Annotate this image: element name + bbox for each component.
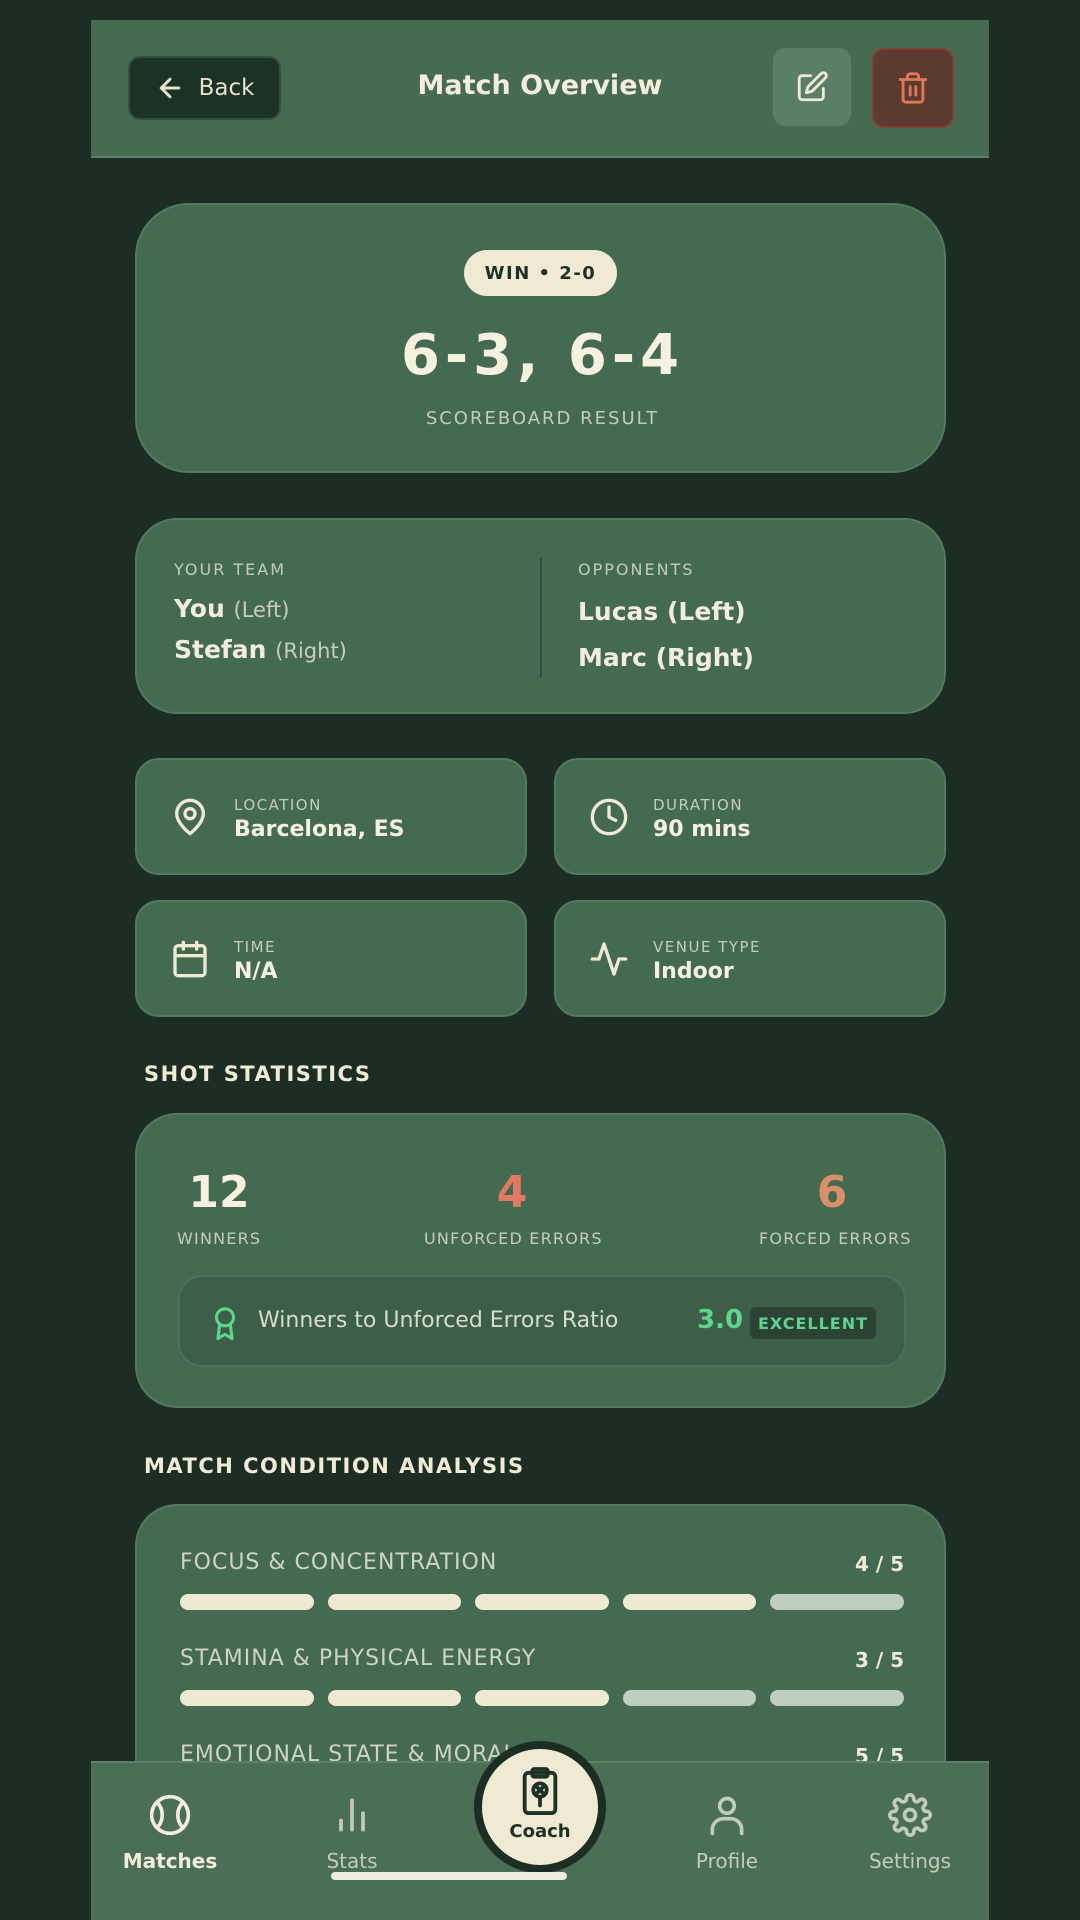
time-value: N/A — [234, 959, 278, 984]
opponents: OPPONENTS Lucas (Left) Marc (Right) — [578, 560, 754, 681]
condition-label: FOCUS & CONCENTRATION — [180, 1550, 498, 1575]
calendar-icon — [173, 940, 207, 978]
level-segment — [475, 1594, 609, 1610]
forced-errors-label: FORCED ERRORS — [759, 1229, 912, 1248]
nav-profile[interactable]: Profile — [657, 1793, 797, 1873]
player-side: (Right) — [275, 639, 347, 663]
nav-matches[interactable]: Matches — [100, 1793, 240, 1873]
nav-stats-label: Stats — [326, 1849, 378, 1873]
duration-label: DURATION — [653, 796, 744, 814]
clock-icon — [590, 798, 628, 836]
top-bar: Back Match Overview — [91, 20, 989, 158]
player-side: (Left) — [233, 598, 290, 622]
level-segment — [327, 1594, 462, 1610]
duration-value: 90 mins — [653, 817, 751, 842]
nav-settings-label: Settings — [868, 1849, 952, 1873]
delete-button[interactable] — [872, 48, 954, 128]
award-icon — [214, 1307, 236, 1341]
location-card: LOCATION Barcelona, ES — [135, 758, 527, 875]
shot-statistics-title: SHOT STATISTICS — [144, 1062, 372, 1086]
forced-errors-value: 6 — [816, 1167, 848, 1218]
your-team-label: YOUR TEAM — [174, 560, 287, 579]
time-card: TIME N/A — [135, 900, 527, 1017]
location-label: LOCATION — [234, 796, 322, 814]
player-item: You (Left) — [174, 589, 347, 630]
team-divider — [540, 558, 542, 678]
teams-card: YOUR TEAM You (Left) Stefan (Right) OPPO… — [135, 518, 946, 714]
map-pin-icon — [175, 798, 205, 836]
user-icon — [710, 1796, 744, 1836]
level-segment — [475, 1690, 609, 1706]
tennis-ball-icon — [149, 1794, 191, 1836]
edit-button[interactable] — [773, 48, 851, 126]
score-label: SCOREBOARD RESULT — [425, 408, 660, 429]
ratio-value: 3.0 — [697, 1305, 744, 1335]
nav-profile-label: Profile — [695, 1849, 759, 1873]
duration-card: DURATION 90 mins — [554, 758, 946, 875]
opponents-label: OPPONENTS — [578, 560, 695, 579]
gear-icon — [888, 1793, 932, 1837]
nav-stats[interactable]: Stats — [282, 1793, 422, 1873]
forced-errors-stat: 6 FORCED ERRORS — [759, 1167, 912, 1248]
player-name: You — [174, 594, 225, 623]
ratio-box: Winners to Unforced Errors Ratio 3.0 EXC… — [178, 1275, 906, 1367]
clipboard-icon — [522, 1767, 558, 1815]
venue-label: VENUE TYPE — [653, 938, 762, 956]
opponent-name: Marc (Right) — [578, 643, 754, 672]
page-title: Match Overview — [417, 70, 663, 101]
venue-card: VENUE TYPE Indoor — [554, 900, 946, 1017]
condition-bar — [180, 1594, 904, 1610]
bar-chart-icon — [339, 1798, 365, 1832]
unforced-errors-stat: 4 UNFORCED ERRORS — [424, 1167, 603, 1248]
condition-bar — [180, 1690, 904, 1706]
opponent-name: Lucas (Left) — [578, 597, 746, 626]
level-segment — [770, 1690, 904, 1706]
coach-button[interactable]: Coach — [474, 1741, 606, 1873]
time-label: TIME — [234, 938, 277, 956]
level-segment — [327, 1690, 462, 1706]
location-value: Barcelona, ES — [234, 817, 405, 842]
ratio-badge: EXCELLENT — [750, 1307, 876, 1339]
phone-screen: Back Match Overview WIN • 2-0 6-3, 6-4 S… — [91, 20, 989, 1920]
player-name: Stefan — [174, 635, 267, 664]
nav-settings[interactable]: Settings — [840, 1793, 980, 1873]
activity-icon — [590, 942, 628, 976]
score-card: WIN • 2-0 6-3, 6-4 SCOREBOARD RESULT — [135, 203, 946, 473]
condition-title: MATCH CONDITION ANALYSIS — [144, 1454, 525, 1478]
unforced-errors-label: UNFORCED ERRORS — [424, 1229, 603, 1248]
trash-icon — [898, 72, 928, 104]
level-segment — [180, 1690, 314, 1706]
coach-label: Coach — [509, 1821, 571, 1842]
winners-value: 12 — [188, 1167, 250, 1218]
condition-score: 4 / 5 — [854, 1552, 904, 1576]
final-score: 6-3, 6-4 — [400, 323, 685, 388]
your-team: YOUR TEAM You (Left) Stefan (Right) — [174, 560, 347, 671]
winners-label: WINNERS — [177, 1229, 262, 1248]
shot-statistics-card: 12 WINNERS 4 UNFORCED ERRORS 6 FORCED ER… — [135, 1113, 946, 1408]
result-badge: WIN • 2-0 — [464, 250, 617, 296]
condition-score: 3 / 5 — [854, 1648, 904, 1672]
unforced-errors-value: 4 — [496, 1167, 528, 1218]
ratio-label: Winners to Unforced Errors Ratio — [258, 1308, 619, 1333]
winners-stat: 12 WINNERS — [177, 1167, 261, 1248]
player-item: Stefan (Right) — [174, 630, 347, 671]
edit-icon — [797, 71, 828, 102]
bottom-nav: Matches Stats Coach Profile Settings — [91, 1741, 989, 1920]
venue-value: Indoor — [653, 959, 734, 984]
nav-matches-label: Matches — [122, 1849, 218, 1873]
level-segment — [180, 1594, 314, 1610]
condition-label: STAMINA & PHYSICAL ENERGY — [180, 1646, 537, 1671]
level-segment — [622, 1594, 757, 1610]
level-segment — [770, 1594, 904, 1610]
level-segment — [622, 1690, 757, 1706]
home-indicator — [331, 1872, 567, 1880]
